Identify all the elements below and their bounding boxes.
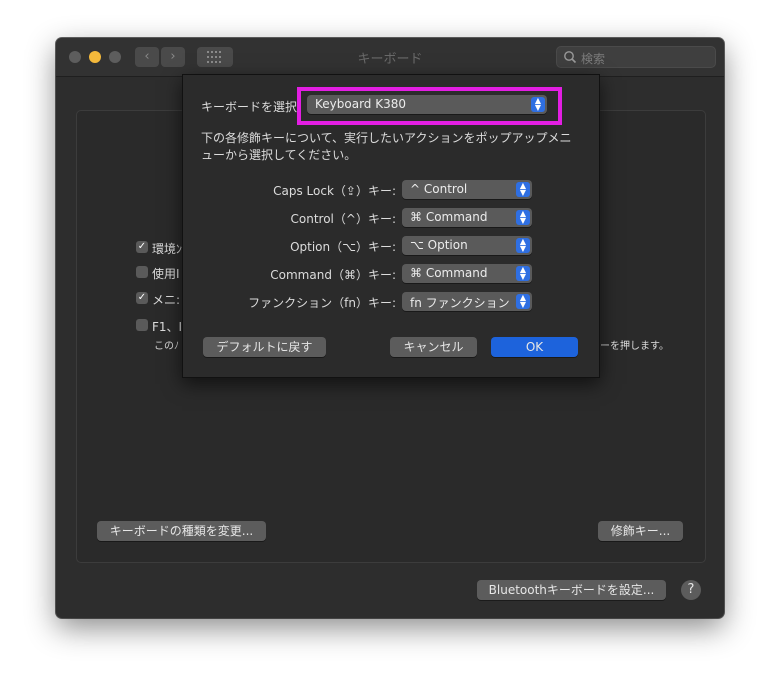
caps-lock-label: Caps Lock（⇪）キー: — [273, 184, 396, 198]
option-label: Option（⌥）キー: — [290, 240, 396, 254]
control-value: ⌘ Command — [410, 210, 488, 224]
function-note-right: ーを押します。 — [600, 341, 669, 352]
updown-arrows-icon: ▲ ▼ — [531, 97, 545, 112]
command-label: Command（⌘）キー: — [270, 268, 396, 282]
search-placeholder: 検索 — [581, 52, 606, 66]
ok-button[interactable]: OK — [491, 337, 578, 357]
checkbox-2-label: 使用I — [152, 267, 180, 281]
setup-bluetooth-keyboard-button[interactable]: Bluetoothキーボードを設定... — [477, 580, 666, 600]
function-value: fn ファンクション — [410, 296, 510, 310]
keyboard-select-popup[interactable]: Keyboard K380 ▲ ▼ — [307, 95, 547, 114]
search-field[interactable]: 検索 — [556, 46, 716, 68]
checkbox-4[interactable] — [136, 319, 148, 331]
description-line-1: 下の各修飾キーについて、実行したいアクションをポップアップメニ — [201, 131, 572, 145]
checkbox-4-label: F1、I — [152, 320, 183, 334]
checkbox-2[interactable] — [136, 266, 148, 278]
updown-arrows-icon: ▲ ▼ — [516, 266, 530, 281]
modifier-keys-button[interactable]: 修飾キー... — [598, 521, 683, 541]
cancel-button[interactable]: キャンセル — [390, 337, 477, 357]
search-icon — [564, 51, 577, 64]
checkbox-3[interactable]: ✓ — [136, 292, 148, 304]
checkbox-3-label: メニ: — [152, 293, 181, 307]
option-popup[interactable]: ⌥ Option ▲ ▼ — [402, 236, 532, 255]
sheet-description: 下の各修飾キーについて、実行したいアクションをポップアップメニ ューから選択して… — [201, 130, 571, 164]
updown-arrows-icon: ▲ ▼ — [516, 210, 530, 225]
control-popup[interactable]: ⌘ Command ▲ ▼ — [402, 208, 532, 227]
command-value: ⌘ Command — [410, 266, 488, 280]
description-line-2: ューから選択してください。 — [201, 148, 357, 162]
caps-lock-value: ^ Control — [410, 182, 468, 196]
checkbox-1[interactable]: ✓ — [136, 241, 148, 253]
command-popup[interactable]: ⌘ Command ▲ ▼ — [402, 264, 532, 283]
title-bar: ‹ › キーボード 検索 — [56, 38, 724, 77]
change-keyboard-type-button[interactable]: キーボードの種類を変更... — [97, 521, 266, 541]
caps-lock-popup[interactable]: ^ Control ▲ ▼ — [402, 180, 532, 199]
keyboard-select-value: Keyboard K380 — [315, 97, 406, 111]
preferences-window: ‹ › キーボード 検索 ✓ 環境ﾝ 使用I ✓ メニ: F1、I このﾉ ーを… — [56, 38, 724, 618]
updown-arrows-icon: ▲ ▼ — [516, 294, 530, 309]
function-label: ファンクション（fn）キー: — [248, 296, 396, 310]
function-note-left: このﾉ — [154, 341, 179, 352]
updown-arrows-icon: ▲ ▼ — [516, 238, 530, 253]
restore-defaults-button[interactable]: デフォルトに戻す — [203, 337, 326, 357]
updown-arrows-icon: ▲ ▼ — [516, 182, 530, 197]
option-value: ⌥ Option — [410, 238, 468, 252]
keyboard-select-label: キーボードを選択: — [201, 100, 302, 114]
modifier-keys-sheet: キーボードを選択: Keyboard K380 ▲ ▼ 下の各修飾キーについて、実… — [182, 74, 600, 378]
control-label: Control（^）キー: — [290, 212, 396, 226]
checkbox-1-label: 環境ﾝ — [152, 242, 183, 256]
help-button[interactable]: ? — [681, 580, 701, 600]
function-popup[interactable]: fn ファンクション ▲ ▼ — [402, 292, 532, 311]
